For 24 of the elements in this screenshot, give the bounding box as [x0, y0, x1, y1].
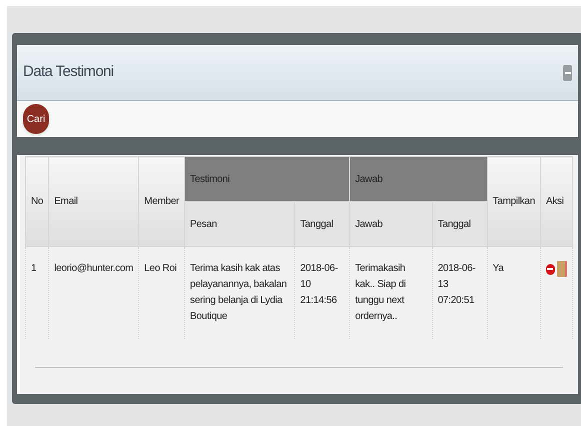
column-header: Tanggal [432, 202, 488, 246]
table-cell: Leo Roi [138, 246, 185, 339]
column-header: Email [48, 156, 139, 246]
group-header: Testimoni [184, 156, 350, 202]
column-header: No [26, 156, 49, 246]
table-cell: 2018-06-10 21:14:56 [294, 246, 350, 339]
panel-title: Data Testimoni [23, 62, 114, 82]
table-cell: 2018-06-13 07:20:51 [432, 246, 488, 339]
minimize-icon[interactable] [563, 64, 572, 80]
column-header: Tampilkan [487, 156, 540, 246]
table-cell: Terimakasih kak.. Siap di tunggu next ordernya.. [350, 246, 432, 339]
column-header: Jawab [350, 202, 432, 246]
column-header: Member [138, 156, 185, 246]
table-cell: leorio@hunter.com [48, 246, 139, 339]
table-cell: Ya [487, 246, 540, 339]
table-cell: Terima kasih kak atas pelayanannya, bakalan sering belanja di Lydia Boutique [184, 246, 295, 339]
column-header: Pesan [184, 202, 295, 246]
column-header: Tanggal [294, 202, 350, 246]
group-header: Jawab [350, 156, 488, 202]
search-button[interactable]: Cari [23, 104, 49, 134]
delete-icon[interactable] [546, 264, 555, 274]
column-header: Aksi [540, 156, 572, 246]
table-cell: 1 [26, 246, 49, 339]
document-edit-icon[interactable] [556, 261, 567, 277]
